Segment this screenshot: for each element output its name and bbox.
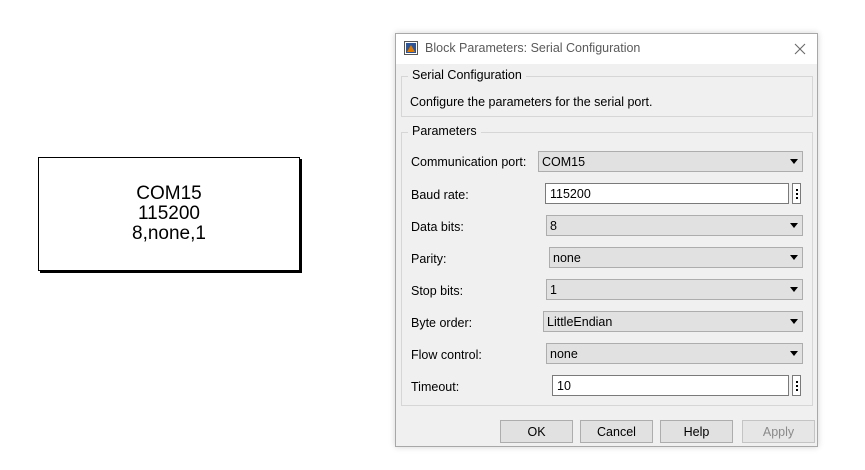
- flow-control-label: Flow control:: [411, 348, 482, 362]
- baud-rate-input[interactable]: 115200: [545, 183, 789, 204]
- comm-port-value: COM15: [542, 155, 586, 169]
- baud-rate-label: Baud rate:: [411, 188, 469, 202]
- stop-bits-label: Stop bits:: [411, 284, 464, 298]
- serial-configuration-group: Serial Configuration Configure the param…: [401, 68, 813, 117]
- chevron-down-icon: [790, 159, 798, 164]
- parity-dropdown[interactable]: none: [549, 247, 803, 268]
- byte-order-value: LittleEndian: [547, 315, 613, 329]
- parameters-legend: Parameters: [408, 124, 481, 138]
- timeout-input[interactable]: 10: [552, 375, 789, 396]
- serial-configuration-legend: Serial Configuration: [408, 68, 526, 82]
- parity-value: none: [553, 251, 581, 265]
- data-bits-value: 8: [550, 219, 557, 233]
- stop-bits-value: 1: [550, 283, 557, 297]
- flow-control-value: none: [550, 347, 578, 361]
- stop-bits-dropdown[interactable]: 1: [546, 279, 803, 300]
- baud-rate-value: 115200: [550, 187, 591, 201]
- timeout-value: 10: [557, 379, 571, 393]
- data-bits-dropdown[interactable]: 8: [546, 215, 803, 236]
- comm-port-dropdown[interactable]: COM15: [538, 151, 803, 172]
- baud-rate-more-icon[interactable]: [792, 183, 801, 204]
- dialog-title: Block Parameters: Serial Configuration: [425, 41, 641, 55]
- close-icon[interactable]: [789, 38, 811, 60]
- chevron-down-icon: [790, 223, 798, 228]
- help-button[interactable]: Help: [660, 420, 733, 443]
- dialog-titlebar[interactable]: Block Parameters: Serial Configuration: [396, 34, 817, 64]
- block-format-text: 8,none,1: [132, 223, 206, 244]
- apply-button[interactable]: Apply: [742, 420, 815, 443]
- chevron-down-icon: [790, 351, 798, 356]
- data-bits-label: Data bits:: [411, 220, 464, 234]
- parity-label: Parity:: [411, 252, 447, 266]
- byte-order-dropdown[interactable]: LittleEndian: [543, 311, 803, 332]
- block-baud-text: 115200: [138, 203, 200, 224]
- block-parameters-dialog: Block Parameters: Serial Configuration S…: [395, 33, 818, 447]
- simulink-block-icon: [404, 41, 418, 55]
- comm-port-label: Communication port:: [411, 155, 527, 169]
- ok-button[interactable]: OK: [500, 420, 573, 443]
- serial-configuration-block[interactable]: COM15 115200 8,none,1: [38, 157, 300, 271]
- flow-control-dropdown[interactable]: none: [546, 343, 803, 364]
- byte-order-label: Byte order:: [411, 316, 473, 330]
- chevron-down-icon: [790, 319, 798, 324]
- block-port-text: COM15: [136, 183, 202, 204]
- chevron-down-icon: [790, 255, 798, 260]
- cancel-button[interactable]: Cancel: [580, 420, 653, 443]
- timeout-label: Timeout:: [411, 380, 460, 394]
- timeout-more-icon[interactable]: [792, 375, 801, 396]
- chevron-down-icon: [790, 287, 798, 292]
- parameters-group: Parameters: [401, 124, 813, 406]
- section-description: Configure the parameters for the serial …: [410, 95, 653, 109]
